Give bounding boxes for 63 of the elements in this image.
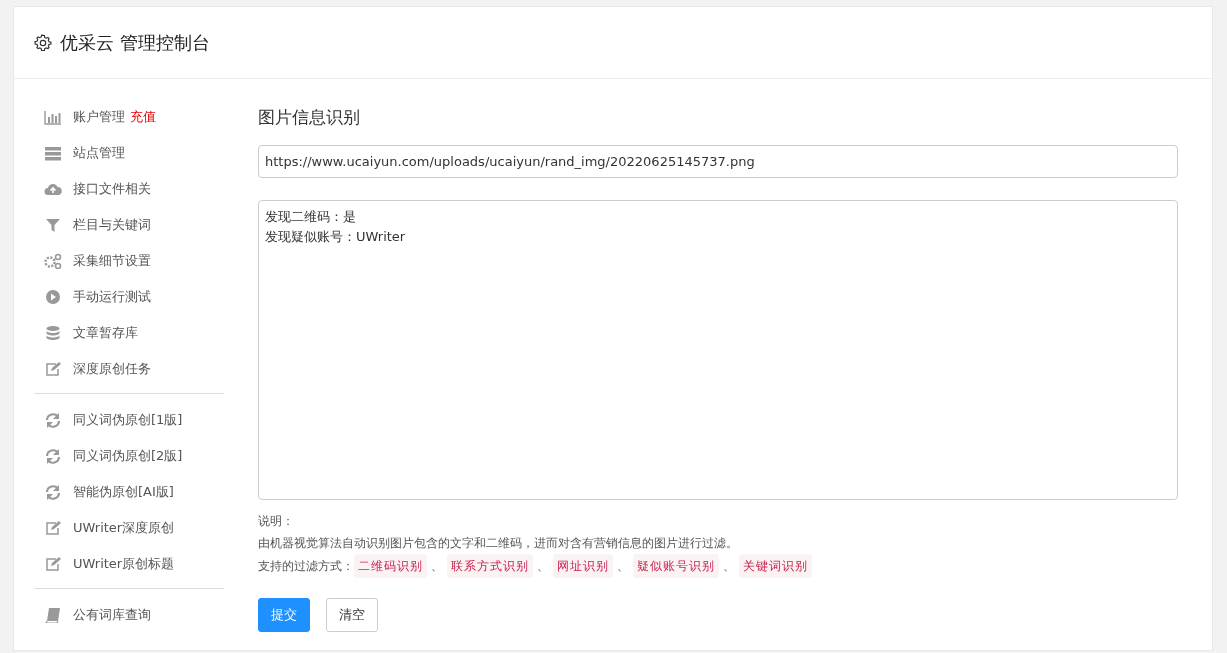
- separator: 、: [430, 558, 444, 575]
- sidebar-item-label: 公有词库查询: [73, 606, 151, 625]
- sidebar-item[interactable]: UWriter原创标题: [14, 546, 236, 582]
- edit-icon: [44, 520, 62, 536]
- sidebar-item[interactable]: 深度原创任务: [14, 351, 236, 387]
- sidebar-item-label: UWriter深度原创: [73, 519, 175, 538]
- sidebar-item-label: UWriter原创标题: [73, 555, 175, 574]
- sidebar-item-label: 站点管理: [73, 144, 125, 163]
- chart-icon: [44, 109, 62, 125]
- result-box[interactable]: 发现二维码：是 发现疑似账号：UWriter: [258, 200, 1178, 500]
- method-tag: 网址识别: [553, 554, 613, 578]
- sidebar-item-label: 接口文件相关: [73, 180, 151, 199]
- sidebar-item[interactable]: 采集细节设置: [14, 243, 236, 279]
- methods-label: 支持的过滤方式：: [258, 558, 354, 575]
- cloud-upload-icon: [44, 181, 62, 197]
- sidebar-item-label: 账户管理: [73, 108, 125, 127]
- sidebar-item[interactable]: 同义词伪原创[2版]: [14, 438, 236, 474]
- database-icon: [44, 325, 62, 341]
- sidebar-item[interactable]: UWriter深度原创: [14, 510, 236, 546]
- sidebar-item-label: 栏目与关键词: [73, 216, 151, 235]
- edit-icon: [44, 556, 62, 572]
- section-title: 图片信息识别: [258, 106, 361, 129]
- sidebar-item[interactable]: 同义词伪原创[1版]: [14, 402, 236, 438]
- refresh-icon: [44, 484, 62, 500]
- book-icon: [44, 607, 62, 623]
- sidebar-item[interactable]: 接口文件相关: [14, 171, 236, 207]
- sidebar-item[interactable]: 手动运行测试: [14, 279, 236, 315]
- sidebar-item-label: 同义词伪原创[1版]: [73, 411, 183, 430]
- separator: 、: [722, 558, 736, 575]
- note-text: 由机器视觉算法自动识别图片包含的文字和二维码，进而对含有营销信息的图片进行过滤。: [258, 535, 739, 552]
- sidebar-item-label: 采集细节设置: [73, 252, 151, 271]
- app-title: 优采云 管理控制台: [60, 31, 210, 55]
- url-field[interactable]: https://www.ucaiyun.com/uploads/ucaiyun/rand_img/20220625145737.png: [258, 144, 1178, 178]
- note-heading: 说明：: [258, 513, 295, 530]
- edit-icon: [44, 361, 62, 377]
- sidebar-item-label: 手动运行测试: [73, 288, 151, 307]
- method-tag: 二维码识别: [354, 554, 427, 578]
- method-tag: 关键词识别: [739, 554, 812, 578]
- separator: 、: [536, 558, 550, 575]
- sidebar-item[interactable]: 账户管理 充值: [14, 99, 236, 135]
- method-tag: 联系方式识别: [447, 554, 533, 578]
- sidebar-item-label: 同义词伪原创[2版]: [73, 447, 183, 466]
- result-line: 发现疑似账号：UWriter: [265, 228, 406, 246]
- recharge-link[interactable]: 充值: [130, 107, 156, 127]
- clear-button[interactable]: 清空: [326, 598, 378, 632]
- sidebar-item[interactable]: 公有词库查询: [14, 597, 236, 633]
- filter-icon: [44, 217, 62, 233]
- play-icon: [44, 289, 62, 305]
- server-icon: [44, 145, 62, 161]
- sidebar-item[interactable]: 智能伪原创[AI版]: [14, 474, 236, 510]
- method-tag: 疑似账号识别: [633, 554, 719, 578]
- gears-icon: [44, 253, 62, 269]
- sidebar-item-label: 智能伪原创[AI版]: [73, 483, 174, 502]
- sidebar-item-label: 深度原创任务: [73, 360, 151, 379]
- sidebar-item[interactable]: 文章暂存库: [14, 315, 236, 351]
- result-line: 发现二维码：是: [265, 208, 356, 226]
- sidebar-item[interactable]: 栏目与关键词: [14, 207, 236, 243]
- refresh-icon: [44, 412, 62, 428]
- sidebar-item[interactable]: 站点管理: [14, 135, 236, 171]
- separator: 、: [616, 558, 630, 575]
- settings-icon: [34, 33, 52, 52]
- sidebar-item-label: 文章暂存库: [73, 324, 138, 343]
- refresh-icon: [44, 448, 62, 464]
